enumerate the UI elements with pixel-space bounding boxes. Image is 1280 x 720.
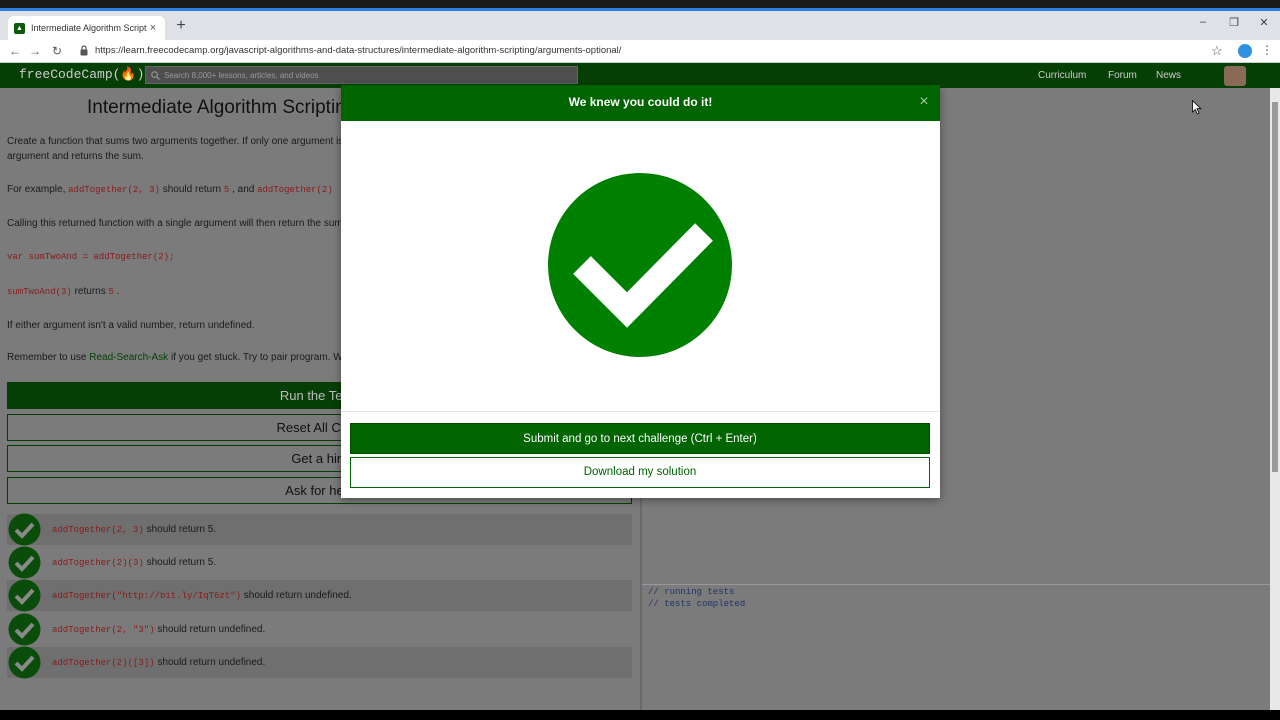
download-solution-button[interactable]: Download my solution (350, 457, 930, 488)
test-expectation: should return undefined. (154, 624, 266, 635)
lock-icon (80, 45, 88, 56)
back-button[interactable]: ← (7, 43, 23, 59)
read-search-ask-link[interactable]: Read-Search-Ask (89, 352, 168, 363)
code-sample-1: var sumTwoAnd = addTogether(2); (7, 252, 175, 262)
test-text: addTogether(2, 3) should return 5. (52, 524, 216, 535)
search-placeholder: Search 8,000+ lessons, articles, and vid… (164, 71, 319, 80)
test-row: addTogether(2)(3) should return 5. (7, 546, 632, 579)
page-scrollbar[interactable] (1270, 88, 1280, 710)
console-line: // tests completed (648, 599, 746, 609)
test-expectation: should return undefined. (154, 657, 266, 668)
description-line-2: argument and returns the sum. (7, 151, 144, 162)
test-code: addTogether(2, 3) (52, 525, 144, 535)
test-code: addTogether(2, "3") (52, 625, 155, 635)
new-tab-button[interactable]: + (172, 17, 190, 35)
test-expectation: should return undefined. (241, 590, 352, 601)
example-prefix: For example, (7, 184, 69, 195)
pass-check-icon (8, 646, 41, 679)
example-paragraph: For example, addTogether(2, 3) should re… (7, 184, 333, 195)
screen: ▲ Intermediate Algorithm Scripting × + –… (0, 0, 1280, 720)
description-line-3: Calling this returned function with a si… (7, 218, 346, 229)
description-line-4: If either argument isn't a valid number,… (7, 320, 255, 331)
success-check-icon (548, 173, 732, 357)
search-input[interactable]: Search 8,000+ lessons, articles, and vid… (145, 66, 578, 84)
forward-button[interactable]: → (27, 43, 43, 59)
browser-tab[interactable]: ▲ Intermediate Algorithm Scripting × (8, 16, 165, 40)
extension-icon[interactable] (1238, 44, 1252, 58)
nav-link-news[interactable]: News (1156, 70, 1181, 81)
favicon-icon: ▲ (14, 22, 25, 34)
pass-check-icon (8, 579, 41, 612)
site-logo[interactable]: freeCodeCamp(🔥) (19, 67, 144, 82)
test-code: addTogether(2)(3) (52, 558, 144, 568)
minimize-button[interactable]: – (1188, 16, 1218, 34)
code-sample-2: sumTwoAnd(3) returns 5 . (7, 286, 119, 297)
pass-check-icon (8, 613, 41, 646)
address-bar: ← → ↻ https://learn.freecodecamp.org/jav… (0, 40, 1280, 63)
output-console: // running tests // tests completed (642, 584, 1270, 710)
avatar[interactable] (1224, 66, 1246, 86)
search-icon (151, 71, 160, 80)
nav-link-curriculum[interactable]: Curriculum (1038, 70, 1086, 81)
pass-check-icon (8, 513, 41, 546)
test-code: addTogether("http://bit.ly/IqT6zt") (52, 591, 242, 601)
test-expectation: should return 5. (143, 524, 217, 535)
modal-header: We knew you could do it! (341, 85, 940, 121)
modal-title: We knew you could do it! (568, 95, 713, 109)
console-line: // running tests (648, 587, 735, 597)
example-mid-1: should return (159, 184, 224, 195)
modal-divider (341, 411, 940, 412)
url-field[interactable]: https://learn.freecodecamp.org/javascrip… (95, 45, 621, 56)
desc5-prefix: Remember to use (7, 352, 90, 363)
modal-close-icon[interactable]: × (917, 94, 931, 110)
submit-next-challenge-button[interactable]: Submit and go to next challenge (Ctrl + … (350, 423, 930, 454)
code-sample-2-mid: returns (71, 286, 109, 297)
example-code-1: addTogether(2, 3) (68, 185, 160, 195)
mouse-cursor-icon (1192, 100, 1202, 115)
code-sample-2-call: sumTwoAnd(3) (7, 287, 72, 297)
test-row: addTogether(2, 3) should return 5. (7, 513, 632, 546)
tab-bar: ▲ Intermediate Algorithm Scripting × + –… (0, 11, 1280, 40)
test-code: addTogether(2)([3]) (52, 658, 155, 668)
reload-button[interactable]: ↻ (49, 43, 65, 59)
test-text: addTogether(2)(3) should return 5. (52, 557, 216, 568)
nav-link-forum[interactable]: Forum (1108, 70, 1137, 81)
example-code-2: addTogether(2) (257, 185, 333, 195)
test-text: addTogether(2)([3]) should return undefi… (52, 657, 265, 668)
pass-check-icon (8, 546, 41, 579)
bookmark-star-icon[interactable]: ☆ (1211, 43, 1223, 59)
window-top-strip (0, 0, 1280, 11)
scrollbar-thumb[interactable] (1272, 102, 1278, 472)
test-row: addTogether(2, "3") should return undefi… (7, 613, 632, 646)
window-bottom-strip (0, 710, 1280, 720)
code-sample-2-end: . (113, 286, 120, 297)
test-row: addTogether("http://bit.ly/IqT6zt") shou… (7, 579, 632, 612)
window-close-button[interactable]: ✕ (1249, 16, 1279, 34)
restore-button[interactable]: ❐ (1219, 16, 1249, 34)
tab-close-icon[interactable]: × (147, 22, 159, 34)
test-text: addTogether(2, "3") should return undefi… (52, 624, 265, 635)
test-text: addTogether("http://bit.ly/IqT6zt") shou… (52, 590, 352, 601)
test-expectation: should return 5. (143, 557, 217, 568)
test-row: addTogether(2)([3]) should return undefi… (7, 646, 632, 679)
browser-menu-icon[interactable]: ⋮ (1261, 43, 1273, 57)
tab-title: Intermediate Algorithm Scripting (31, 23, 147, 33)
example-mid-2: , and (229, 184, 258, 195)
success-modal: We knew you could do it! × Submit and go… (341, 85, 940, 498)
